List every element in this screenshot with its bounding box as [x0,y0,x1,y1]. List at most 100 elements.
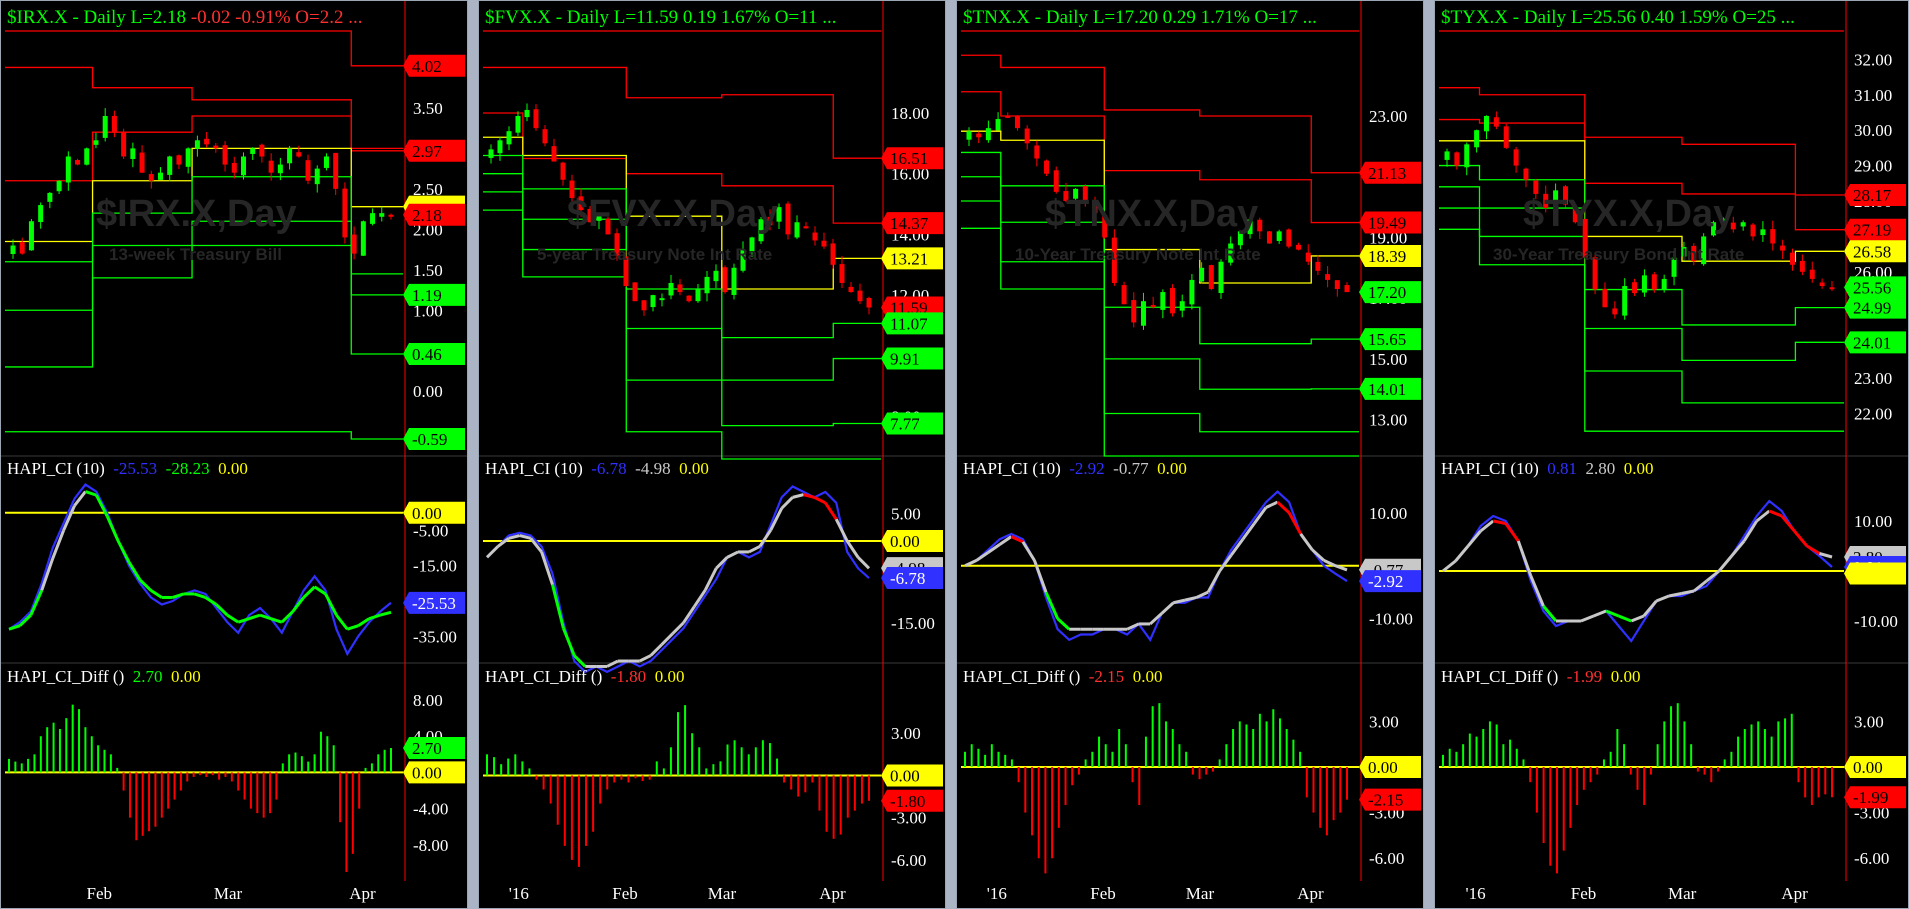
diff-tick-label: 8.00 [413,691,443,710]
ci-main-segment [857,556,871,570]
candle-body [830,243,836,265]
ci-main-segment [606,659,619,668]
x-axis-label: Apr [349,884,376,903]
header-change: -0.02 [190,7,231,28]
price-tick-label: 1.50 [413,261,443,280]
ci-main-segment [1479,519,1495,533]
candle-body [1819,282,1825,286]
chart-panel-fvx[interactable]: 18.0016.0014.0012.0010.008.0016.5114.371… [478,0,946,909]
band-level-line [5,30,403,67]
x-axis-label: Mar [214,884,243,903]
ci-main-segment [8,624,21,631]
candle-body [1760,229,1766,236]
candle-body [268,160,274,173]
candle-body [551,146,557,162]
ci-value-2: -4.98 [635,459,671,478]
candle-body [121,132,127,157]
candle-body [1296,244,1302,250]
price-tick-label: 3.50 [413,99,443,118]
candle-body [305,160,311,181]
ci-main-segment [105,515,120,542]
badge-label: 2.70 [412,739,442,758]
value-badge: 17.20 [1359,281,1421,304]
badge-label: -2.92 [1368,572,1403,591]
header-change: 0.40 [1640,7,1674,28]
ci-main-segment [204,596,218,606]
ci-main-segment [1504,522,1520,542]
diff-tick-label: 3.00 [1369,712,1399,731]
header-symbol: $TNX.X - Daily [963,7,1089,28]
ci-main-segment [335,614,349,631]
ci-main-segment [379,610,392,617]
candle-body [1121,285,1127,305]
candle-body [668,282,674,296]
candle-body [102,116,108,138]
ci-main-segment [758,529,773,548]
badge-label: -0.59 [412,430,447,449]
ci-main-segment [824,501,838,521]
badge-label: 19.49 [1368,214,1406,233]
candle-body [1170,288,1176,314]
value-badge: 2.18 [403,203,465,226]
value-badge: 2.97 [403,139,465,162]
header-open: O=11 ... [774,7,837,28]
candle-body [722,267,728,293]
price-tick-label: 23.00 [1854,369,1892,388]
candle-body [1780,245,1786,251]
header-pct: 1.59% [1678,7,1728,28]
panel-separator[interactable] [468,0,478,909]
ci-value-2: 2.80 [1585,459,1616,478]
candle-body [342,188,348,238]
chart-panel-tnx[interactable]: 23.0021.0019.0017.0015.0013.0021.1319.49… [956,0,1424,909]
chart-panel-irx[interactable]: 3.503.002.502.001.501.000.500.004.022.97… [0,0,468,909]
value-badge: 0.00 [403,501,465,524]
badge-label: 15.65 [1368,330,1406,349]
candle-body [194,140,200,149]
ci-label: HAPI_CI (10) 0.81 2.80 0.00 [1441,459,1654,479]
watermark-desc: 13-week Treasury Bill [109,245,282,264]
ci-main-segment [73,490,87,507]
candle-body [111,115,117,133]
ci-main-segment [150,589,163,599]
candle-body [659,298,665,301]
value-badge: -0.59 [403,428,465,450]
diff-label: HAPI_CI_Diff () -2.15 0.00 [963,667,1162,687]
candle-body [360,221,366,256]
ci-main-segment [116,540,131,563]
value-badge: 25.56 [1844,276,1906,299]
diff-tick-label: -6.00 [1854,849,1889,868]
badge-label: 14.01 [1368,380,1406,399]
chart-panel-tyx[interactable]: 32.0031.0030.0029.0028.0027.0026.0025.00… [1434,0,1909,909]
band-level-line [483,66,881,159]
header-last: L=25.56 [1570,7,1636,28]
panel-separator[interactable] [946,0,956,909]
ci-label: HAPI_CI (10) -6.78 -4.98 0.00 [485,459,709,479]
header-pct: 1.67% [720,7,770,28]
ci-main-segment [1642,600,1658,617]
candle-body [1602,288,1608,308]
candle-body [1503,126,1509,148]
price-tick-label: 23.00 [1369,107,1407,126]
candle-body [695,289,701,302]
ci-main-segment [1206,570,1221,593]
ci-main-segment [1299,533,1314,551]
candle-body [704,276,710,294]
panel-separator[interactable] [1424,0,1434,909]
value-badge: 7.77 [881,412,943,435]
candle-body [1344,285,1350,293]
diff-tick-label: -6.00 [891,851,926,870]
diff-value-1: -1.99 [1566,667,1603,686]
price-tick-label: 0.00 [413,382,443,401]
diff-value-1: -2.15 [1088,667,1125,686]
candle-body [1024,128,1030,144]
ci-main-segment [551,584,565,629]
value-badge: 9.91 [881,347,943,370]
ci-main-segment [1655,594,1670,603]
candle-body [65,156,71,183]
candle-body [1208,265,1214,290]
ci-main-segment [671,621,685,635]
candle-body [47,192,53,202]
ci-main-segment [726,550,739,559]
badge-label: 13.21 [890,249,928,268]
candle-body [1179,301,1185,311]
